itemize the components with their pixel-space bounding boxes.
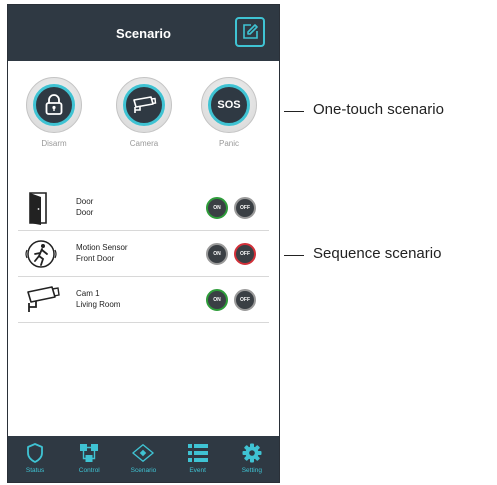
callout-one-touch: One-touch scenario	[313, 101, 444, 118]
nav-label: Status	[25, 467, 45, 474]
device-name: Motion Sensor	[76, 243, 128, 252]
page-title: Scenario	[116, 25, 171, 41]
scenario-icon	[132, 444, 155, 462]
callout-line-one-touch	[284, 111, 304, 112]
nav-label: Scenario	[130, 467, 157, 474]
sos-icon: SOS	[217, 99, 241, 111]
control-icon	[80, 444, 99, 462]
nav-label: Setting	[241, 467, 262, 474]
nav-label: Control	[78, 467, 100, 474]
scenario-label: Camera	[129, 139, 159, 148]
off-button[interactable]: OFF	[234, 243, 256, 265]
list-item: Cam 1 Living Room ON OFF	[18, 277, 269, 323]
lock-icon	[45, 94, 63, 115]
device-location: Living Room	[76, 300, 121, 309]
door-icon	[29, 192, 47, 225]
device-location: Front Door	[76, 254, 115, 263]
shield-icon	[27, 443, 43, 463]
nav-control[interactable]: Control	[64, 442, 114, 474]
callout-sequence: Sequence scenario	[313, 245, 442, 262]
scenario-panic[interactable]: SOS Panic	[194, 77, 264, 148]
scenario-label: Panic	[218, 139, 239, 148]
motion-sensor-icon	[25, 240, 57, 268]
scenario-disarm[interactable]: Disarm	[19, 77, 89, 148]
list-icon	[187, 444, 208, 462]
scenario-camera[interactable]: Camera	[109, 77, 179, 148]
off-button[interactable]: OFF	[234, 197, 256, 219]
device-location: Door	[76, 208, 94, 217]
gear-icon	[242, 443, 262, 463]
device-name: Cam 1	[76, 289, 100, 298]
bottom-nav: Status Control Scenario Event Setting	[8, 436, 279, 482]
on-button[interactable]: ON	[206, 243, 228, 265]
one-touch-scenarios: Disarm Camera SOS Panic	[8, 77, 279, 167]
camera-icon	[27, 286, 60, 312]
list-item: Motion Sensor Front Door ON OFF	[18, 231, 269, 277]
callout-line-sequence	[284, 255, 304, 256]
on-button[interactable]: ON	[206, 197, 228, 219]
list-item: Door Door ON OFF	[18, 185, 269, 231]
nav-event[interactable]: Event	[173, 442, 223, 474]
edit-button[interactable]	[235, 17, 265, 47]
edit-icon	[243, 24, 258, 39]
off-button[interactable]: OFF	[234, 289, 256, 311]
scenario-label: Disarm	[41, 139, 67, 148]
app-header: Scenario	[8, 5, 279, 61]
camera-icon	[133, 96, 157, 113]
phone-screen: Scenario Disarm Camera SOS Panic Door Do…	[7, 4, 280, 483]
nav-setting[interactable]: Setting	[227, 442, 277, 474]
nav-scenario[interactable]: Scenario	[118, 442, 168, 474]
device-name: Door	[76, 197, 94, 206]
sequence-scenarios: Door Door ON OFF Motion Sensor Front Doo…	[8, 185, 279, 323]
nav-label: Event	[189, 467, 206, 474]
on-button[interactable]: ON	[206, 289, 228, 311]
nav-status[interactable]: Status	[10, 442, 60, 474]
